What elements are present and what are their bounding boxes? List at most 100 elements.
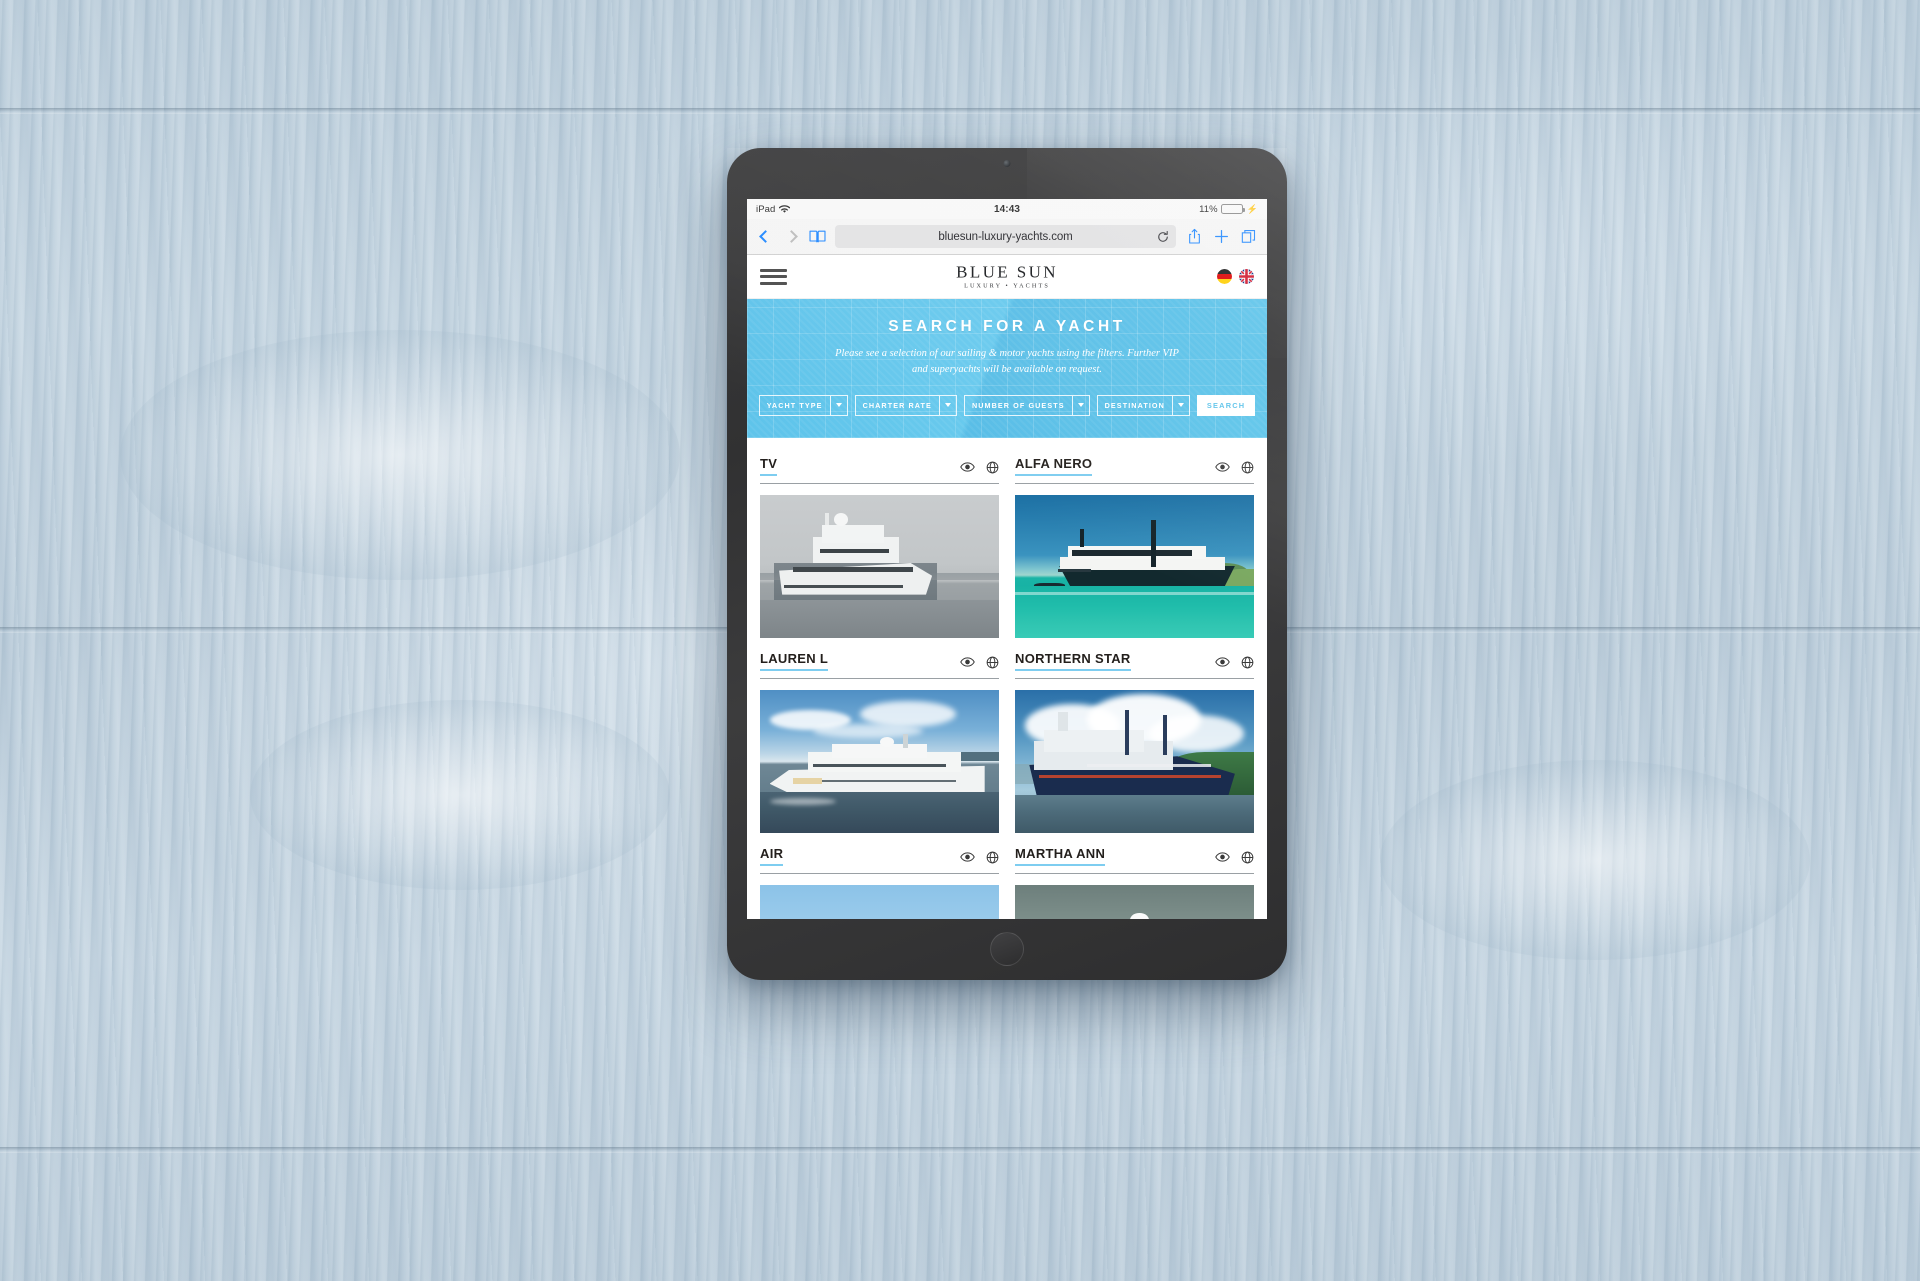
search-button[interactable]: SEARCH	[1196, 394, 1256, 416]
eye-icon[interactable]	[960, 657, 975, 667]
lightning-bolt-icon: ⚡	[1246, 203, 1259, 214]
ios-status-bar: iPad 14:43 11% ⚡	[747, 199, 1267, 219]
chevron-down-icon[interactable]	[1171, 395, 1189, 415]
address-bar[interactable]: bluesun-luxury-yachts.com	[835, 225, 1176, 248]
new-tab-button[interactable]	[1212, 227, 1230, 247]
filter-label: CHARTER RATE	[862, 400, 932, 410]
globe-icon[interactable]	[986, 461, 999, 474]
card-header: MARTHA ANN	[1015, 846, 1254, 874]
status-bar-left: iPad	[756, 204, 994, 215]
yacht-name: NORTHERN STAR	[1015, 651, 1131, 671]
status-bar-clock: 14:43	[993, 203, 1021, 215]
status-bar-right: 11% ⚡	[1020, 204, 1258, 215]
yacht-photo-lauren-l[interactable]	[760, 689, 999, 833]
share-button[interactable]	[1185, 227, 1203, 247]
globe-icon[interactable]	[986, 851, 999, 864]
card-header: AIR	[760, 846, 999, 874]
wifi-icon	[779, 204, 791, 214]
hero-subtitle: Please see a selection of our sailing & …	[835, 348, 1179, 375]
wood-grain-knot	[1380, 760, 1810, 960]
wood-grain-knot	[120, 330, 680, 580]
language-switcher	[1217, 269, 1254, 284]
card-actions	[1215, 461, 1254, 476]
filter-yacht-type[interactable]: YACHT TYPE	[758, 394, 848, 416]
page-title: SEARCH FOR A YACHT	[888, 318, 1126, 335]
eye-icon[interactable]	[1215, 657, 1230, 667]
card-header: NORTHERN STAR	[1015, 651, 1254, 679]
forward-button[interactable]	[783, 227, 800, 247]
card-actions	[960, 461, 999, 476]
filter-charter-rate[interactable]: CHARTER RATE	[854, 394, 957, 416]
search-hero-section: SEARCH FOR A YACHT Please see a selectio…	[747, 299, 1267, 438]
yacht-card-martha-ann[interactable]: MARTHA ANN	[1015, 838, 1254, 919]
card-header: TV	[760, 456, 999, 484]
chevron-down-icon[interactable]	[829, 395, 847, 415]
front-camera	[1003, 160, 1011, 167]
share-icon	[1188, 228, 1200, 244]
reload-icon[interactable]	[1157, 230, 1169, 243]
eye-icon[interactable]	[1215, 852, 1230, 862]
eye-icon[interactable]	[960, 462, 975, 472]
yacht-card-tv[interactable]: TV	[760, 448, 999, 638]
ipad-device: iPad 14:43 11% ⚡ bluesun-luxury-yachts.c…	[727, 148, 1287, 980]
filter-label: DESTINATION	[1104, 400, 1165, 410]
yacht-photo-martha-ann[interactable]	[1015, 884, 1254, 919]
tabs-icon	[1241, 230, 1255, 243]
battery-icon	[1220, 204, 1245, 214]
yacht-photo-northern-star[interactable]	[1015, 689, 1254, 833]
yacht-card-northern-star[interactable]: NORTHERN STAR	[1015, 643, 1254, 833]
uk-flag-icon[interactable]	[1239, 269, 1254, 284]
card-header: LAUREN L	[760, 651, 999, 679]
yacht-card-lauren-l[interactable]: LAUREN L	[760, 643, 999, 833]
filter-label: YACHT TYPE	[766, 400, 823, 410]
book-icon	[809, 229, 826, 244]
hamburger-bar	[760, 268, 787, 272]
filter-label: NUMBER OF GUESTS	[971, 400, 1065, 410]
filter-destination[interactable]: DESTINATION	[1096, 394, 1190, 416]
globe-icon[interactable]	[1241, 656, 1254, 669]
yacht-name: LAUREN L	[760, 651, 829, 671]
yacht-photo-alfa-nero[interactable]	[1015, 494, 1254, 638]
yacht-results-grid: TV ALFA NERO LAUREN L NORTHERN STAR AIR …	[747, 437, 1267, 919]
safari-toolbar: bluesun-luxury-yachts.com	[747, 219, 1267, 255]
logo-secondary-text: LUXURY • YACHTS	[964, 282, 1050, 290]
yacht-card-alfa-nero[interactable]: ALFA NERO	[1015, 448, 1254, 638]
ipad-screen: iPad 14:43 11% ⚡ bluesun-luxury-yachts.c…	[747, 199, 1267, 919]
back-button[interactable]	[757, 227, 774, 247]
plank-seam	[0, 108, 1920, 114]
eye-icon[interactable]	[1215, 462, 1230, 472]
yacht-photo-air[interactable]	[760, 884, 999, 919]
bookmarks-button[interactable]	[809, 227, 826, 247]
globe-icon[interactable]	[1241, 851, 1254, 864]
plank-seam	[0, 1147, 1920, 1153]
yacht-name: ALFA NERO	[1015, 456, 1093, 476]
hamburger-bar	[760, 275, 787, 278]
chevron-left-icon	[759, 230, 772, 243]
hamburger-menu-icon[interactable]	[760, 268, 787, 285]
logo-primary-text: BLUE SUN	[956, 262, 1058, 282]
carrier-label: iPad	[756, 203, 776, 215]
tabs-button[interactable]	[1239, 227, 1257, 247]
chevron-down-icon[interactable]	[1071, 395, 1089, 415]
german-flag-icon[interactable]	[1217, 269, 1232, 284]
yacht-name: MARTHA ANN	[1015, 846, 1106, 866]
card-actions	[1215, 851, 1254, 866]
filter-number-of-guests[interactable]: NUMBER OF GUESTS	[963, 394, 1090, 416]
home-button[interactable]	[990, 932, 1024, 966]
chevron-down-icon[interactable]	[938, 395, 956, 415]
yacht-card-air[interactable]: AIR	[760, 838, 999, 919]
search-filter-row: YACHT TYPE CHARTER RATE NUMBER OF GUESTS…	[747, 394, 1267, 416]
yacht-name: TV	[760, 456, 778, 476]
card-actions	[960, 851, 999, 866]
card-actions	[1215, 656, 1254, 671]
yacht-photo-tv[interactable]	[760, 494, 999, 638]
hamburger-bar	[760, 281, 787, 285]
site-logo[interactable]: BLUE SUN LUXURY • YACHTS	[956, 263, 1058, 290]
globe-icon[interactable]	[986, 656, 999, 669]
yacht-name: AIR	[760, 846, 784, 866]
site-header: BLUE SUN LUXURY • YACHTS	[747, 255, 1267, 299]
eye-icon[interactable]	[960, 852, 975, 862]
globe-icon[interactable]	[1241, 461, 1254, 474]
wood-grain-knot	[250, 700, 670, 890]
card-actions	[960, 656, 999, 671]
